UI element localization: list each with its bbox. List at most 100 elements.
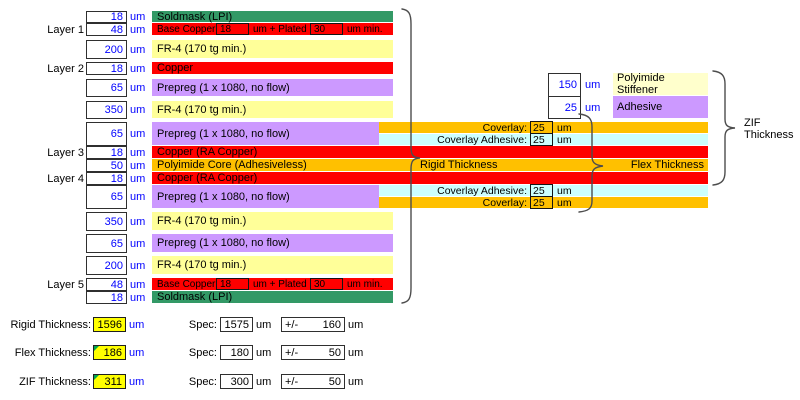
unit-label: um [130, 259, 146, 272]
unit-label: um [557, 196, 572, 209]
thickness-cell[interactable]: 18 [86, 146, 127, 159]
base-copper-bar: Base Copper 18 um + Plated 30 um min. [152, 278, 393, 290]
coverlay-thickness-cell[interactable]: 25 [530, 196, 553, 209]
plated-thickness-cell[interactable]: 30 [310, 23, 343, 35]
unit-label: um [130, 237, 146, 250]
base-thickness-cell[interactable]: 18 [216, 23, 249, 35]
thickness-cell[interactable]: 65 [86, 122, 127, 146]
unit-label: um [130, 62, 146, 75]
summary-label: Flex Thickness: [14, 346, 91, 359]
coverlay-bar: Coverlay: 25 um [379, 196, 708, 209]
flex-thickness-label: Flex Thickness [630, 159, 704, 171]
material-label: Polyimide Core (Adhesiveless) [157, 159, 307, 171]
coverlay-adhesive-bar: Coverlay Adhesive: 25 um [379, 133, 708, 146]
unit-label: um [348, 375, 364, 388]
tolerance-cell[interactable]: +/- 50 [281, 345, 345, 360]
unit-label: um [256, 318, 272, 331]
thickness-cell[interactable]: 18 [86, 172, 127, 185]
prepreg-bar: Prepreg (1 x 1080, no flow) [152, 185, 379, 208]
tolerance-cell[interactable]: +/- 160 [281, 317, 345, 332]
tolerance-value: 50 [328, 375, 341, 388]
material-label: Prepreg (1 x 1080, no flow) [157, 190, 290, 203]
thickness-cell[interactable]: 50 [86, 159, 127, 172]
result-cell[interactable]: 1596 [93, 317, 126, 332]
thickness-cell[interactable]: 65 [86, 234, 127, 253]
material-label: Prepreg (1 x 1080, no flow) [157, 237, 290, 249]
unit-label: um [557, 184, 572, 197]
coverlay-adhesive-label: Coverlay Adhesive: [437, 184, 527, 197]
unit-label: um [256, 375, 272, 388]
thickness-cell[interactable]: 65 [86, 79, 127, 97]
stack-row: 50 um Polyimide Core (Adhesiveless) Rigi… [0, 159, 800, 172]
layer-label: Layer 4 [47, 172, 84, 185]
thickness-cell[interactable]: 48 [86, 278, 127, 291]
spec-cell[interactable]: 180 [220, 345, 253, 360]
material-label: Base Copper [157, 278, 216, 290]
stack-row: Layer 5 48 um Base Copper 18 um + Plated… [0, 278, 800, 291]
thickness-cell[interactable]: 65 [86, 185, 127, 209]
base-thickness-cell[interactable]: 18 [216, 278, 249, 290]
spec-label: Spec: [188, 375, 217, 388]
layer-label: Layer 2 [47, 62, 84, 75]
material-label: Prepreg (1 x 1080, no flow) [157, 127, 290, 140]
coverlay-label: Coverlay: [482, 196, 527, 209]
fr4-bar: FR-4 (170 tg min.) [152, 101, 393, 118]
stiffener-adhesive-bar: Adhesive [613, 96, 708, 118]
material-label: um + Plated [253, 278, 307, 290]
coverlay-adhesive-thickness-cell[interactable]: 25 [530, 133, 553, 146]
polyimide-core-bar: Polyimide Core (Adhesiveless) Rigid Thic… [152, 159, 708, 171]
stack-row: Layer 3 18 um Copper (RA Copper) [0, 146, 800, 159]
material-label: um + Plated [253, 23, 307, 35]
stack-row: Layer 4 18 um Copper (RA Copper) [0, 172, 800, 185]
thickness-cell[interactable]: 350 [86, 101, 127, 119]
tolerance-sign: +/- [285, 375, 299, 388]
copper-bar: Copper (RA Copper) [152, 146, 708, 158]
coverlay-adhesive-bar: Coverlay Adhesive: 25 um [379, 184, 708, 197]
polyimide-stiffener-bar: Polyimide Stiffener [613, 72, 708, 96]
unit-label: um [130, 172, 146, 185]
coverlay-adhesive-label: Coverlay Adhesive: [437, 133, 527, 146]
result-cell[interactable]: 186 [93, 345, 126, 360]
thickness-cell[interactable]: 200 [86, 40, 127, 59]
material-label: Soldmask (LPI) [157, 10, 233, 23]
thickness-cell[interactable]: 18 [86, 62, 127, 75]
coverlay-bar: Coverlay: 25 um [379, 121, 708, 134]
spec-cell[interactable]: 300 [220, 374, 253, 389]
layer-label: Layer 5 [47, 278, 84, 291]
material-label: um min. [347, 23, 383, 35]
stackup-sheet: 18 um Soldmask (LPI) Layer 1 48 um Base … [0, 0, 800, 400]
plated-thickness-cell[interactable]: 30 [310, 278, 343, 290]
thickness-cell[interactable]: 350 [86, 212, 127, 231]
thickness-cell[interactable]: 18 [86, 11, 127, 23]
stack-row: 200 um FR-4 (170 tg min.) [0, 40, 800, 59]
tolerance-cell[interactable]: +/- 50 [281, 374, 345, 389]
material-label: Soldmask (LPI) [157, 291, 233, 303]
thickness-cell[interactable]: 48 [86, 23, 127, 36]
unit-label: um [130, 23, 146, 36]
stiffener-thickness-cell[interactable]: 150 [548, 73, 581, 97]
unit-label: um [130, 159, 146, 172]
layer-label: Layer 1 [47, 23, 84, 36]
unit-label: um [130, 278, 146, 291]
unit-label: um [129, 375, 145, 388]
unit-label: um [129, 346, 145, 359]
zif-thickness-label-line2: Thickness [744, 129, 794, 141]
prepreg-bar: Prepreg (1 x 1080, no flow) [152, 234, 393, 252]
material-label: um min. [347, 278, 383, 290]
thickness-cell[interactable]: 18 [86, 291, 127, 304]
unit-label: um [348, 318, 364, 331]
spec-cell[interactable]: 1575 [220, 317, 253, 332]
unit-label: um [130, 146, 146, 159]
spec-label: Spec: [188, 346, 217, 359]
result-cell[interactable]: 311 [93, 374, 126, 389]
stiffener-adhesive-thickness-cell[interactable]: 25 [548, 96, 581, 119]
material-label: Copper (RA Copper) [157, 146, 258, 158]
coverlay-label: Coverlay: [482, 121, 527, 134]
material-label: Copper [157, 62, 194, 74]
stack-row: Layer 1 48 um Base Copper 18 um + Plated… [0, 23, 800, 36]
fr4-bar: FR-4 (170 tg min.) [152, 256, 393, 274]
thickness-cell[interactable]: 200 [86, 256, 127, 275]
copper-bar: Copper (RA Copper) [152, 172, 708, 184]
unit-label: um [130, 215, 146, 228]
unit-label: um [130, 128, 146, 140]
